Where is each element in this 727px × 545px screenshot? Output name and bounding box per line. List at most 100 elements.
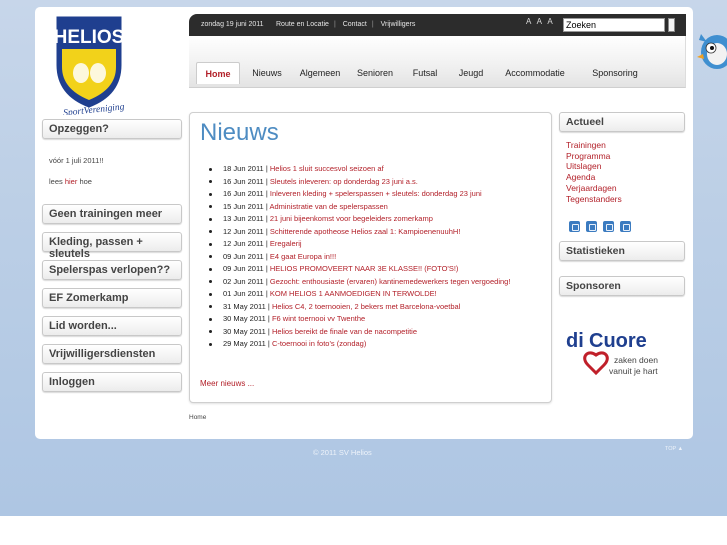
news-date: 29 May 2011 | bbox=[223, 339, 270, 348]
news-link[interactable]: KOM HELIOS 1 AANMOEDIGEN IN TERWOLDE! bbox=[270, 289, 437, 298]
tab-nieuws[interactable]: Nieuws bbox=[247, 62, 287, 84]
sponsor-dicuore-logo[interactable]: di Cuore zaken doen vanuit je hart bbox=[566, 325, 676, 381]
top-link-vrijwilligers[interactable]: Vrijwilligers bbox=[381, 21, 416, 28]
actueel-link-programma[interactable]: Programma bbox=[566, 151, 622, 162]
tab-jeugd[interactable]: Jeugd bbox=[453, 62, 489, 84]
news-link[interactable]: Gezocht: enthousiaste (ervaren) kantinem… bbox=[270, 277, 511, 286]
news-item: 16 Jun 2011 | Inleveren kleding + speler… bbox=[208, 188, 544, 201]
news-date: 09 Jun 2011 | bbox=[223, 251, 268, 261]
actueel-link-trainingen[interactable]: Trainingen bbox=[566, 140, 622, 151]
actueel-link-agenda[interactable]: Agenda bbox=[566, 172, 622, 183]
social-icons bbox=[569, 219, 637, 237]
arrow-up-icon: ▲ bbox=[676, 446, 684, 452]
top-bar: zondag 19 juni 2011 Route en Locatie | Co… bbox=[189, 14, 686, 36]
sponsor-name-a: di bbox=[566, 330, 584, 352]
chart-icon[interactable] bbox=[586, 221, 597, 232]
top-link-route[interactable]: Route en Locatie bbox=[276, 21, 329, 28]
news-item: 09 Jun 2011 | E4 gaat Europa in!!! bbox=[208, 251, 544, 264]
divider: | bbox=[371, 21, 374, 28]
divider: | bbox=[333, 21, 336, 28]
footer-copyright: © 2011 SV Helios bbox=[313, 448, 372, 457]
news-link[interactable]: F6 wint toernooi vv Twenthe bbox=[272, 314, 365, 323]
news-panel: Nieuws 18 Jun 2011 | Helios 1 sluit succ… bbox=[189, 112, 552, 403]
page-container: HELIOS SportVereniging zondag 19 juni 20… bbox=[35, 7, 693, 439]
news-link[interactable]: HELIOS PROMOVEERT NAAR 3E KLASSE!! (FOTO… bbox=[270, 264, 459, 273]
news-link[interactable]: Helios bereikt de finale van de nacompet… bbox=[272, 327, 417, 336]
camera-icon[interactable] bbox=[603, 221, 614, 232]
news-item: 15 Jun 2011 | Administratie van de spele… bbox=[208, 201, 544, 214]
sidebar-item-spelerspas[interactable]: Spelerspas verlopen?? bbox=[42, 260, 182, 280]
news-item: 30 May 2011 | F6 wint toernooi vv Twenth… bbox=[208, 313, 544, 326]
tab-algemeen[interactable]: Algemeen bbox=[297, 62, 343, 84]
opzeggen-header[interactable]: Opzeggen? bbox=[42, 119, 182, 139]
opzeggen-hier-link[interactable]: hier bbox=[65, 177, 78, 186]
news-item: 18 Jun 2011 | Helios 1 sluit succesvol s… bbox=[208, 163, 544, 176]
news-date: 16 Jun 2011 | bbox=[223, 189, 268, 198]
news-item: 01 Jun 2011 | KOM HELIOS 1 AANMOEDIGEN I… bbox=[208, 288, 544, 301]
font-size-controls[interactable]: A A A bbox=[526, 17, 555, 26]
news-date: 15 Jun 2011 | bbox=[223, 201, 268, 211]
search-input[interactable] bbox=[563, 18, 665, 32]
back-to-top-link[interactable]: TOP ▲ bbox=[665, 446, 683, 452]
tab-senioren[interactable]: Senioren bbox=[353, 62, 397, 84]
news-date: 16 Jun 2011 | bbox=[223, 176, 268, 186]
news-link[interactable]: Inleveren kleding + spelerspassen + sleu… bbox=[270, 189, 482, 198]
tab-home[interactable]: Home bbox=[196, 62, 240, 84]
actueel-link-verjaardagen[interactable]: Verjaardagen bbox=[566, 183, 622, 194]
news-link[interactable]: C-toernooi in foto's (zondag) bbox=[272, 339, 366, 348]
news-item: 13 Jun 2011 | 21 juni bijeenkomst voor b… bbox=[208, 213, 544, 226]
news-item: 31 May 2011 | Helios C4, 2 toernooien, 2… bbox=[208, 301, 544, 314]
top-link-contact[interactable]: Contact bbox=[343, 21, 367, 28]
sidebar-item-vrijwilligersdiensten[interactable]: Vrijwilligersdiensten bbox=[42, 344, 182, 364]
current-date: zondag 19 juni 2011 bbox=[201, 21, 264, 28]
news-date: 18 Jun 2011 | bbox=[223, 164, 268, 173]
news-date: 31 May 2011 | bbox=[223, 301, 270, 311]
news-link[interactable]: Helios 1 sluit succesvol seizoen af bbox=[270, 164, 384, 173]
actueel-link-tegenstanders[interactable]: Tegenstanders bbox=[566, 194, 622, 205]
sidebar-item-inloggen[interactable]: Inloggen bbox=[42, 372, 182, 392]
search-button[interactable] bbox=[668, 18, 675, 32]
news-item: 29 May 2011 | C-toernooi in foto's (zond… bbox=[208, 338, 544, 351]
news-date: 12 Jun 2011 | bbox=[223, 226, 268, 236]
tab-sponsoring[interactable]: Sponsoring bbox=[583, 62, 647, 84]
statistieken-header[interactable]: Statistieken bbox=[559, 241, 685, 261]
breadcrumb[interactable]: Home bbox=[189, 414, 206, 421]
more-news-link[interactable]: Meer nieuws ... bbox=[200, 379, 254, 388]
news-date: 30 May 2011 | bbox=[223, 326, 270, 336]
news-link[interactable]: Sleutels inleveren: op donderdag 23 juni… bbox=[270, 177, 418, 186]
news-date: 13 Jun 2011 | bbox=[223, 214, 268, 223]
news-list: 18 Jun 2011 | Helios 1 sluit succesvol s… bbox=[208, 163, 544, 351]
sidebar-item-zomerkamp[interactable]: EF Zomerkamp bbox=[42, 288, 182, 308]
news-item: 16 Jun 2011 | Sleutels inleveren: op don… bbox=[208, 176, 544, 189]
sponsor-name-b: Cuore bbox=[589, 330, 647, 352]
actueel-link-uitslagen[interactable]: Uitslagen bbox=[566, 161, 622, 172]
email-icon[interactable] bbox=[620, 221, 631, 232]
news-item: 30 May 2011 | Helios bereikt de finale v… bbox=[208, 326, 544, 339]
opzeggen-deadline: vóór 1 juli 2011!! bbox=[49, 156, 104, 165]
tab-futsal[interactable]: Futsal bbox=[407, 62, 443, 84]
news-link[interactable]: Administratie van de spelerspassen bbox=[269, 202, 387, 211]
news-link[interactable]: Helios C4, 2 toernooien, 2 bekers met Ba… bbox=[272, 302, 460, 311]
sponsor-slogan-2: vanuit je hart bbox=[609, 366, 658, 376]
news-link[interactable]: E4 gaat Europa in!!! bbox=[270, 252, 336, 261]
rss-icon[interactable] bbox=[569, 221, 580, 232]
news-link[interactable]: Schitterende apotheose Helios zaal 1: Ka… bbox=[270, 227, 461, 236]
back-to-top-label: TOP bbox=[665, 446, 677, 452]
news-item: 02 Jun 2011 | Gezocht: enthousiaste (erv… bbox=[208, 276, 544, 289]
sidebar-item-kleding[interactable]: Kleding, passen + sleutels bbox=[42, 232, 182, 260]
sidebar-item-lid-worden[interactable]: Lid worden... bbox=[42, 316, 182, 336]
sidebar-item-geen-trainingen[interactable]: Geen trainingen meer bbox=[42, 204, 182, 224]
top-links: Route en Locatie | Contact | Vrijwilligers bbox=[273, 21, 418, 28]
news-link[interactable]: 21 juni bijeenkomst voor begeleiders zom… bbox=[270, 214, 433, 223]
helios-logo[interactable]: HELIOS SportVereniging bbox=[43, 15, 135, 119]
tab-accommodatie[interactable]: Accommodatie bbox=[498, 62, 572, 84]
news-date: 30 May 2011 | bbox=[223, 314, 270, 323]
news-date: 01 Jun 2011 | bbox=[223, 289, 268, 298]
logo-wordmark: HELIOS bbox=[54, 27, 125, 48]
news-item: 09 Jun 2011 | HELIOS PROMOVEERT NAAR 3E … bbox=[208, 263, 544, 276]
actueel-header[interactable]: Actueel bbox=[559, 112, 685, 132]
news-link[interactable]: Eregalerij bbox=[270, 239, 302, 248]
actueel-list: Trainingen Programma Uitslagen Agenda Ve… bbox=[566, 140, 622, 204]
sponsoren-header[interactable]: Sponsoren bbox=[559, 276, 685, 296]
news-item: 12 Jun 2011 | Schitterende apotheose Hel… bbox=[208, 226, 544, 239]
